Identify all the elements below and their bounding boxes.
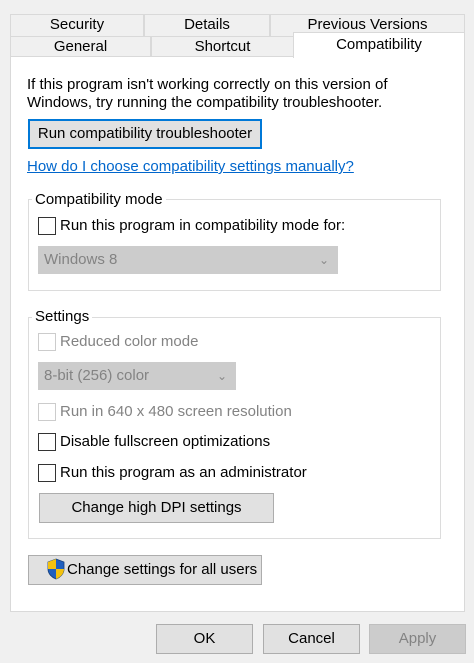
tab-shortcut-label: Shortcut (194, 38, 251, 55)
reduced-color-label: Reduced color mode (60, 333, 199, 350)
settings-title: Settings (32, 308, 93, 325)
run-as-admin-checkbox[interactable] (38, 464, 56, 482)
help-link[interactable]: How do I choose compatibility settings m… (27, 158, 354, 175)
compatibility-mode-label[interactable]: Run this program in compatibility mode f… (60, 217, 345, 234)
reduced-color-checkbox (38, 333, 56, 351)
compatibility-mode-title: Compatibility mode (32, 191, 166, 208)
change-dpi-button[interactable]: Change high DPI settings (39, 493, 274, 523)
chevron-down-icon: ⌄ (216, 369, 227, 383)
change-dpi-label: Change high DPI settings (71, 499, 242, 516)
compatibility-mode-checkbox[interactable] (38, 217, 56, 235)
run-as-admin-label[interactable]: Run this program as an administrator (60, 464, 307, 481)
tab-security-label: Security (49, 16, 105, 33)
cancel-label: Cancel (288, 630, 335, 647)
os-version-value: Windows 8 (44, 251, 118, 268)
compatibility-mode-group (28, 199, 441, 291)
tab-details[interactable]: Details (144, 14, 270, 36)
run-troubleshooter-label: Run compatibility troubleshooter (37, 125, 253, 142)
change-all-users-label: Change settings for all users (67, 561, 258, 578)
run-troubleshooter-button[interactable]: Run compatibility troubleshooter (28, 119, 262, 149)
apply-label: Apply (398, 630, 437, 647)
resolution-label: Run in 640 x 480 screen resolution (60, 403, 292, 420)
tab-general-label: General (53, 38, 108, 55)
resolution-checkbox (38, 403, 56, 421)
tab-compatibility-label: Compatibility (336, 36, 422, 53)
tab-compatibility[interactable]: Compatibility (293, 32, 465, 58)
shield-icon (46, 558, 66, 580)
tab-security[interactable]: Security (10, 14, 144, 36)
chevron-down-icon: ⌄ (318, 253, 329, 267)
ok-label: OK (193, 630, 216, 647)
apply-button: Apply (369, 624, 466, 654)
tab-shortcut[interactable]: Shortcut (151, 36, 294, 57)
disable-fullscreen-label[interactable]: Disable fullscreen optimizations (60, 433, 270, 450)
intro-text: If this program isn't working correctly … (27, 76, 388, 111)
color-depth-value: 8-bit (256) color (44, 367, 150, 384)
disable-fullscreen-checkbox[interactable] (38, 433, 56, 451)
cancel-button[interactable]: Cancel (263, 624, 360, 654)
color-depth-select: 8-bit (256) color ⌄ (38, 362, 236, 390)
tab-general[interactable]: General (10, 36, 151, 57)
ok-button[interactable]: OK (156, 624, 253, 654)
os-version-select: Windows 8 ⌄ (38, 246, 338, 274)
tab-details-label: Details (184, 16, 230, 33)
tab-previous-versions-label: Previous Versions (307, 16, 428, 33)
